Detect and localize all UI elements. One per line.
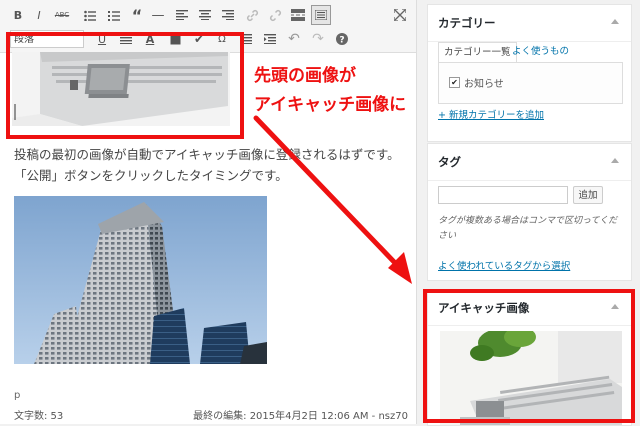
help-button[interactable]: ?: [332, 29, 352, 49]
add-tag-button[interactable]: 追加: [573, 186, 603, 204]
bold-button[interactable]: B: [8, 5, 28, 25]
word-count: 文字数: 53: [14, 411, 64, 422]
add-tag-button-label: 追加: [578, 190, 598, 201]
tab-popular-label: よく使うもの: [512, 46, 570, 57]
redo-button[interactable]: ↷: [308, 29, 328, 49]
undo-button[interactable]: ↶: [284, 29, 304, 49]
box-divider: [428, 180, 631, 181]
unlink-icon: [269, 9, 281, 21]
category-list: ✔ お知らせ: [438, 62, 623, 104]
fullscreen-icon: [394, 9, 406, 21]
numbered-list-icon: [108, 10, 120, 21]
insert-link-button[interactable]: [242, 5, 262, 25]
svg-text:?: ?: [339, 36, 344, 46]
category-checkbox[interactable]: ✔: [449, 77, 460, 88]
annotation-line-2: アイキャッチ画像に: [254, 95, 407, 115]
align-right-icon: [222, 10, 234, 20]
tab-popular-categories[interactable]: よく使うもの: [512, 42, 569, 62]
read-more-button[interactable]: [288, 5, 308, 25]
element-path: p: [14, 390, 21, 401]
keyboard-icon: [315, 10, 327, 20]
editor-statusbar: p 文字数: 53 最終の編集: 2015年4月2日 12:06 AM - ns…: [0, 390, 416, 424]
popular-tags-link[interactable]: よく使われているタグから選択: [438, 258, 570, 272]
bullet-list-button[interactable]: [80, 5, 100, 25]
unlink-button[interactable]: [265, 5, 285, 25]
tags-box: タグ 追加 タグが複数ある場合はコンマで区切ってください よく使われているタグか…: [427, 143, 632, 281]
italic-button[interactable]: I: [29, 5, 49, 25]
align-right-button[interactable]: [218, 5, 238, 25]
link-icon: [246, 9, 258, 21]
indent-button[interactable]: [260, 29, 280, 49]
category-box-title: カテゴリー: [438, 16, 496, 30]
strikethrough-button[interactable]: ABC: [52, 5, 72, 25]
category-item-label: お知らせ: [464, 79, 504, 90]
building-image: [14, 196, 267, 364]
featured-image-highlight: [423, 289, 635, 423]
tag-input[interactable]: [438, 186, 568, 204]
help-icon: ?: [336, 33, 348, 45]
last-edited: 最終の編集: 2015年4月2日 12:06 AM - nsz70: [193, 411, 408, 422]
bullet-list-icon: [84, 10, 96, 21]
annotation-line-1: 先頭の画像が: [254, 66, 356, 86]
tag-hint: タグが複数ある場合はコンマで区切ってください: [438, 216, 618, 241]
tab-all-categories[interactable]: カテゴリー一覧: [438, 42, 517, 63]
add-category-link[interactable]: + 新規カテゴリーを追加: [438, 107, 544, 121]
toolbar-toggle-button[interactable]: [311, 5, 331, 25]
blockquote-button[interactable]: “: [127, 5, 147, 25]
tab-all-categories-label: カテゴリー一覧: [444, 47, 511, 58]
horizontal-line-button[interactable]: —: [148, 5, 168, 25]
indent-icon: [264, 34, 276, 44]
collapse-arrow-icon[interactable]: [611, 158, 619, 163]
fullscreen-button[interactable]: [390, 5, 410, 25]
align-center-icon: [199, 10, 211, 20]
collapse-arrow-icon[interactable]: [611, 19, 619, 24]
align-left-button[interactable]: [172, 5, 192, 25]
tags-box-title: タグ: [438, 155, 461, 169]
read-more-icon: [291, 9, 305, 21]
category-box: カテゴリー カテゴリー一覧 よく使うもの ✔ お知らせ + 新規カテゴリーを追加: [427, 4, 632, 142]
numbered-list-button[interactable]: [104, 5, 124, 25]
align-left-icon: [176, 10, 188, 20]
post-paragraph: 投稿の最初の画像が自動でアイキャッチ画像に登録されるはずです。「公開」ボタンをク…: [14, 147, 400, 183]
first-image-highlight: [6, 32, 244, 139]
align-center-button[interactable]: [195, 5, 215, 25]
annotation-text: 先頭の画像が アイキャッチ画像に: [254, 62, 406, 120]
